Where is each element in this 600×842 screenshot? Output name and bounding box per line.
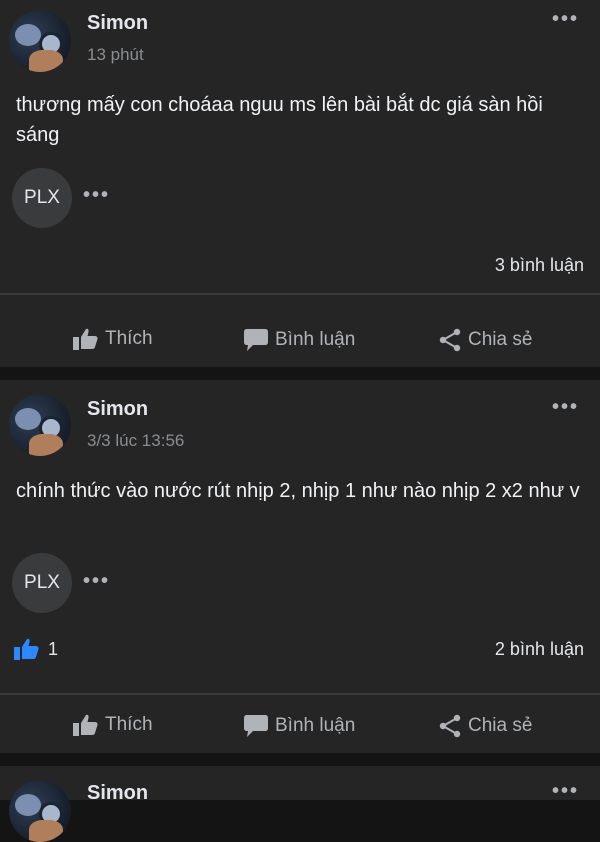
post-card: Simon 13 phút ••• thương mấy con choáaa …	[0, 0, 600, 367]
avatar[interactable]	[9, 10, 71, 72]
post-text: chính thức vào nước rút nhịp 2, nhịp 1 n…	[16, 480, 580, 502]
share-icon	[439, 714, 461, 738]
share-icon	[439, 328, 461, 352]
share-label: Chia sẻ	[468, 715, 533, 736]
more-tags-icon[interactable]: •••	[83, 184, 110, 207]
comment-count[interactable]: 2 bình luận	[495, 639, 584, 660]
reaction-count[interactable]: 1	[14, 638, 58, 660]
comment-bubble-icon	[244, 715, 268, 737]
avatar[interactable]	[9, 394, 71, 456]
post-time[interactable]: 3/3 lúc 13:56	[87, 431, 184, 451]
comment-button[interactable]: Bình luận	[243, 328, 355, 352]
stock-tag-chip[interactable]: PLX	[12, 553, 72, 613]
avatar[interactable]	[9, 780, 71, 842]
stock-tag-chip[interactable]: PLX	[12, 168, 72, 228]
more-options-icon[interactable]: •••	[552, 8, 579, 31]
comment-button[interactable]: Bình luận	[243, 714, 355, 738]
more-options-icon[interactable]: •••	[552, 396, 579, 419]
post-card: Simon •••	[0, 766, 600, 842]
share-button[interactable]: Chia sẻ	[438, 714, 532, 738]
author-name[interactable]: Simon	[87, 12, 148, 35]
post-card: Simon 3/3 lúc 13:56 ••• chính thức vào n…	[0, 380, 600, 753]
author-name[interactable]: Simon	[87, 782, 148, 805]
post-time[interactable]: 13 phút	[87, 45, 144, 65]
comment-count[interactable]: 3 bình luận	[495, 255, 584, 276]
share-label: Chia sẻ	[468, 329, 533, 350]
more-tags-icon[interactable]: •••	[83, 570, 110, 593]
thumbs-up-icon	[73, 714, 98, 736]
author-name[interactable]: Simon	[87, 398, 148, 421]
like-label: Thích	[105, 714, 153, 735]
comment-label: Bình luận	[275, 329, 356, 350]
like-label: Thích	[105, 328, 153, 349]
comment-bubble-icon	[244, 329, 268, 351]
divider	[0, 293, 600, 295]
post-text: thương mấy con choáaa nguu ms lên bài bắ…	[16, 94, 543, 146]
comment-label: Bình luận	[275, 715, 356, 736]
like-button[interactable]: Thích	[73, 714, 153, 736]
thumbs-up-icon	[73, 328, 98, 350]
like-button[interactable]: Thích	[73, 328, 153, 350]
divider	[0, 693, 600, 695]
like-count-value: 1	[48, 638, 59, 659]
thumbs-up-icon	[14, 638, 39, 660]
share-button[interactable]: Chia sẻ	[438, 328, 532, 352]
